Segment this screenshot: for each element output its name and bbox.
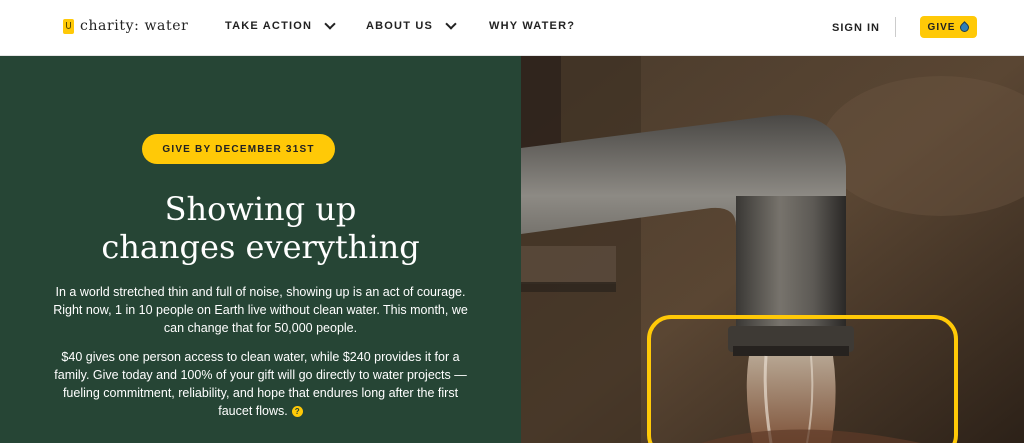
- hero-title-line2: changes everything: [101, 228, 420, 266]
- hero-panel: GIVE BY DECEMBER 31ST Showing up changes…: [0, 56, 521, 443]
- sign-in-link[interactable]: SIGN IN: [832, 22, 880, 34]
- nav-why-water[interactable]: WHY WATER?: [489, 20, 575, 32]
- nav-about-us[interactable]: ABOUT US: [366, 18, 457, 32]
- hero-title-line1: Showing up: [164, 190, 357, 228]
- hero-paragraph-2-text: $40 gives one person access to clean wat…: [54, 350, 467, 418]
- top-nav: charity: water TAKE ACTION ABOUT US WHY …: [0, 0, 1024, 56]
- give-button[interactable]: GIVE: [920, 16, 977, 38]
- question-icon[interactable]: ?: [291, 406, 303, 418]
- faucet-photo: [521, 56, 1024, 443]
- nav-why-water-label: WHY WATER?: [489, 20, 576, 32]
- nav-divider: [895, 17, 896, 37]
- nav-take-action[interactable]: TAKE ACTION: [225, 18, 336, 32]
- brand-name: charity: water: [80, 18, 189, 34]
- water-drop-icon: [958, 20, 972, 34]
- hero-paragraph-1: In a world stretched thin and full of no…: [53, 285, 468, 335]
- chevron-down-icon: [445, 18, 457, 30]
- hero-paragraph-2: $40 gives one person access to clean wat…: [50, 348, 471, 420]
- give-button-label: GIVE: [927, 21, 956, 33]
- give-by-badge[interactable]: GIVE BY DECEMBER 31ST: [142, 134, 335, 164]
- chevron-down-icon: [324, 18, 336, 30]
- hero-title: Showing up changes everything: [40, 190, 481, 266]
- jerrycan-logo-icon: [63, 18, 74, 34]
- nav-take-action-label: TAKE ACTION: [225, 20, 313, 32]
- hero-image: [521, 56, 1024, 443]
- nav-about-us-label: ABOUT US: [366, 20, 434, 32]
- brand-logo[interactable]: charity: water: [63, 18, 188, 34]
